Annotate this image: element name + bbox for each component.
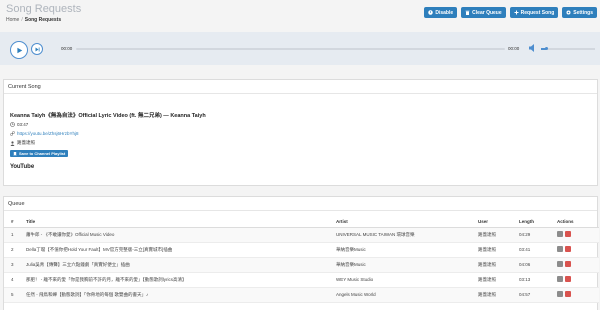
delete-button[interactable] [565,291,571,297]
current-song-requester: 路蓋達照 [10,140,35,146]
clear-queue-label: Clear Queue [472,9,502,16]
move-to-top-button[interactable] [557,261,563,267]
move-to-top-button[interactable] [557,291,563,297]
power-icon [428,10,434,15]
breadcrumb-separator: / [21,17,23,23]
request-song-button[interactable]: Request Song [509,7,559,18]
settings-button[interactable]: Settings [562,7,597,18]
page-title: Song Requests [6,3,82,15]
column-number: # [4,217,26,228]
play-icon [16,47,22,53]
row-length: 03:41 [519,242,557,258]
column-title: Title [26,217,336,228]
row-title: Julia吳青【傳聲】三立六點鐘劇「真實好便立」插曲 [26,257,336,273]
row-user: 路蓋達照 [478,227,519,243]
row-user: 路蓋達照 [478,257,519,273]
youtube-logo: YouTube [10,164,34,170]
row-user: 路蓋達照 [478,242,519,258]
column-actions: Actions [557,217,599,228]
row-artist: 華納音樂Music [336,242,478,258]
delete-button[interactable] [565,231,571,237]
move-to-top-button[interactable] [557,246,563,252]
breadcrumb-home[interactable]: Home [6,17,19,23]
volume-icon[interactable] [529,44,535,52]
save-to-playlist-button[interactable]: Save to Channel Playlist [10,150,69,157]
row-length: 04:57 [519,287,557,303]
row-artist: 華納音樂Music [336,257,478,273]
breadcrumb-current: Song Requests [24,17,62,23]
request-song-label: Request Song [520,9,555,16]
current-song-title: Keanna Taiyh《無為自法》Official Lyric Video (… [10,113,206,119]
row-length: 03:13 [519,272,557,288]
row-title: 那肥！ - 離不來的愛「你是我胸前不許的月，離不來的愛」【動態歌詞lyrics高… [26,272,336,288]
bookmark-icon [13,151,17,156]
next-button[interactable] [31,43,43,55]
row-length: 04:06 [519,257,557,273]
duration-time: 00:00 [508,46,520,51]
queue-heading: Queue [4,197,597,211]
table-row: 1 蕭牛郎 - 《不敢讓你愛》Official Music Video UNIV… [4,227,599,243]
delete-button[interactable] [565,261,571,267]
audio-player: 00:00 00:00 [0,32,600,65]
row-number: 3 [4,257,26,273]
queue-table: # Title Artist User Length Actions 1 蕭牛郎… [4,217,599,303]
move-to-top-button[interactable] [557,276,563,282]
row-title: 蕭牛郎 - 《不敢讓你愛》Official Music Video [26,227,336,243]
delete-button[interactable] [565,276,571,282]
row-artist: WEY Music Studio [336,272,478,288]
youtube-logo-you: You [10,164,21,170]
breadcrumb: Home / Song Requests [6,17,61,23]
play-button[interactable] [10,41,28,59]
row-length: 04:29 [519,227,557,243]
gear-icon [566,10,571,15]
link-icon [10,131,15,136]
row-number: 2 [4,242,26,258]
column-length: Length [519,217,557,228]
table-row: 2 Della丁噹【不值你把Hold Your Fault】MV官方完整版-三立… [4,242,599,258]
table-row: 3 Julia吳青【傳聲】三立六點鐘劇「真實好便立」插曲 華納音樂Music 路… [4,257,599,273]
row-user: 路蓋達照 [478,287,519,303]
row-title: Della丁噹【不值你把Hold Your Fault】MV官方完整版-三立[真… [26,242,336,258]
row-number: 4 [4,272,26,288]
skip-next-icon [35,47,39,51]
table-row: 4 那肥！ - 離不來的愛「你是我胸前不許的月，離不來的愛」【動態歌詞lyric… [4,272,599,288]
current-song-panel: Current Song Keanna Taiyh《無為自法》Official … [3,79,598,186]
move-to-top-button[interactable] [557,231,563,237]
current-time: 00:00 [61,46,73,51]
volume-handle[interactable] [544,46,548,50]
row-number: 1 [4,227,26,243]
user-icon [10,140,15,146]
plus-icon [514,10,519,15]
row-artist: Angels Music World [336,287,478,303]
clear-queue-button[interactable]: Clear Queue [461,7,506,18]
requester-name: 路蓋達照 [17,140,35,145]
queue-panel: Queue # Title Artist User Length Actions… [3,196,599,310]
save-to-playlist-label: Save to Channel Playlist [19,151,66,156]
current-song-duration: 03:47 [10,122,28,127]
row-artist: UNIVERSAL MUSIC TAIWAN 環球音樂 [336,227,478,243]
row-user: 路蓋達照 [478,272,519,288]
disable-button[interactable]: Disable [424,7,458,18]
settings-label: Settings [573,9,593,16]
current-song-heading: Current Song [4,80,597,94]
table-row: 5 任然 - 飛鳥和蟬【動態歌詞】「你骨地的每個 歌雙曲的書天」♪ Angels… [4,287,599,303]
row-number: 5 [4,287,26,303]
column-user: User [478,217,519,228]
current-song-link[interactable]: https://youtu.be/Zhsj6HrzbYhj8 [10,131,79,136]
volume-slider[interactable] [541,46,595,50]
disable-label: Disable [435,9,454,16]
toolbar: Disable Clear Queue Request Song Setting… [424,7,597,18]
column-artist: Artist [336,217,478,228]
seek-bar[interactable] [76,47,505,50]
duration-value: 03:47 [17,122,29,127]
trash-icon [465,10,470,15]
youtube-logo-tube: Tube [20,164,35,170]
clock-icon [10,122,15,127]
row-title: 任然 - 飛鳥和蟬【動態歌詞】「你骨地的每個 歌雙曲的書天」♪ [26,287,336,303]
delete-button[interactable] [565,246,571,252]
queue-header-row: # Title Artist User Length Actions [4,217,599,228]
song-url[interactable]: https://youtu.be/Zhsj6HrzbYhj8 [17,131,79,136]
